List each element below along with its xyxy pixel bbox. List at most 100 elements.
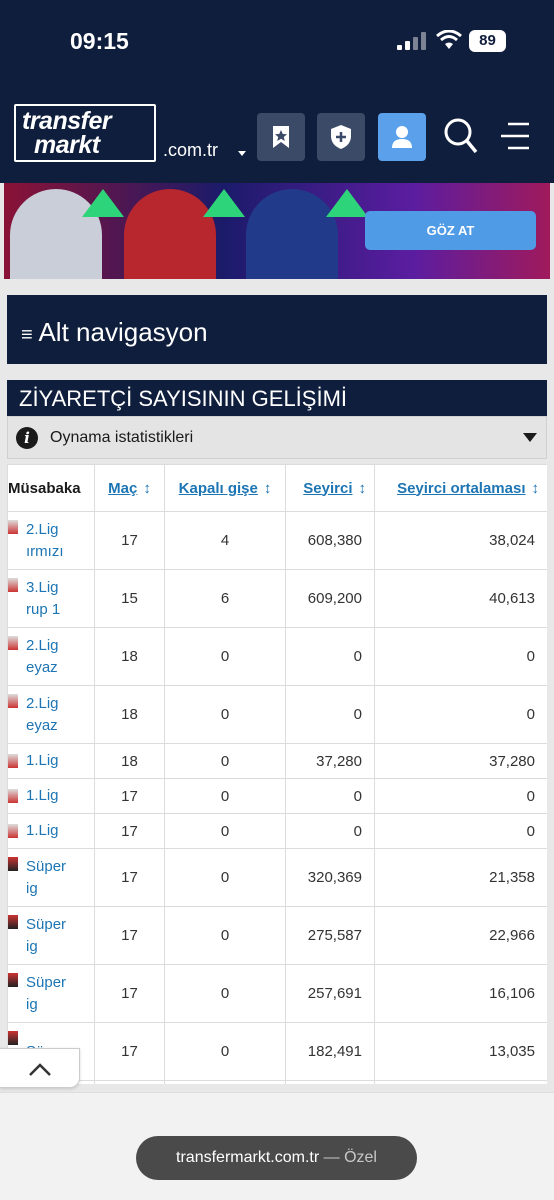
- competition-link[interactable]: Süper ig: [7, 964, 95, 1023]
- table-row: 2.Lig eyaz 18 0 0 0: [7, 627, 547, 686]
- site-header: 09:15 89 transfer markt .com.tr: [0, 0, 554, 183]
- competition-link[interactable]: 2.Lig ırmızı: [7, 511, 95, 570]
- sold-out-cell: 4: [164, 511, 286, 570]
- section-title: ZİYARETÇİ SAYISININ GELİŞİMİ: [7, 380, 547, 416]
- matches-cell: 18: [94, 627, 165, 686]
- arrow-up-icon: [203, 189, 245, 217]
- address-url: transfermarkt.com.tr: [176, 1149, 320, 1166]
- hamburger-menu-icon[interactable]: [500, 122, 530, 150]
- table-row: Süper 17 0 182,491 13,035: [7, 1022, 547, 1081]
- cellular-signal-icon: [397, 32, 427, 50]
- competition-link[interactable]: Süper ig: [7, 848, 95, 907]
- average-cell: 0: [374, 813, 547, 849]
- competition-link[interactable]: Süper ig: [7, 906, 95, 965]
- sold-out-cell: 0: [164, 964, 286, 1023]
- logo-line-2: markt: [34, 131, 100, 159]
- domain-selector[interactable]: .com.tr: [163, 140, 218, 161]
- league-badge-icon: [8, 694, 18, 708]
- competition-link[interactable]: 2.Lig eyaz: [7, 627, 95, 686]
- battery-indicator: 89: [469, 30, 506, 52]
- scroll-to-top-button[interactable]: [0, 1048, 80, 1088]
- league-badge-icon: [8, 824, 18, 838]
- sort-icon: ↕: [263, 479, 272, 497]
- profile-button[interactable]: [378, 113, 426, 161]
- stats-dropdown[interactable]: i Oynama istatistikleri: [7, 416, 547, 459]
- attendance-cell: 0: [285, 685, 375, 744]
- sort-average-header[interactable]: Seyirci ortalaması ↕: [374, 464, 547, 512]
- competition-link[interactable]: 2.Lig eyaz: [7, 685, 95, 744]
- attendance-cell: 0: [285, 627, 375, 686]
- table-row: 1.Lig 17 0 0 0: [7, 778, 547, 814]
- average-cell: 21,358: [374, 848, 547, 907]
- league-badge-icon: [8, 578, 18, 592]
- league-badge-icon: [8, 789, 18, 803]
- arrow-up-icon: [82, 189, 124, 217]
- player-image: [246, 189, 338, 279]
- sort-matches-header[interactable]: Maç ↕: [94, 464, 165, 512]
- matches-cell: 17: [94, 964, 165, 1023]
- attendance-cell: 275,587: [285, 906, 375, 965]
- sold-out-cell: 6: [164, 569, 286, 628]
- league-badge-icon: [8, 915, 18, 929]
- matches-cell: 15: [94, 569, 165, 628]
- league-badge-icon: [8, 857, 18, 871]
- competition-link[interactable]: 1.Lig: [7, 778, 95, 814]
- caret-down-icon: [523, 433, 537, 442]
- sort-attendance-header[interactable]: Seyirci ↕: [285, 464, 375, 512]
- attendance-cell: 609,200: [285, 569, 375, 628]
- matches-cell: 17: [94, 1022, 165, 1081]
- user-icon: [392, 126, 412, 148]
- table-row: Süper ig 17 0 275,587 22,966: [7, 906, 547, 965]
- competition-link[interactable]: 1.Lig: [7, 813, 95, 849]
- average-cell: 16,106: [374, 964, 547, 1023]
- sold-out-cell: 0: [164, 743, 286, 779]
- bookmark-star-icon: [273, 126, 289, 148]
- matches-cell: 17: [94, 778, 165, 814]
- attendance-table: Müsabaka Maç ↕ Kapalı gişe ↕ Seyirci ↕ Seyi…: [7, 464, 547, 1084]
- status-time: 09:15: [70, 28, 129, 54]
- league-badge-icon: [8, 520, 18, 534]
- goz-at-button[interactable]: GÖZ AT: [365, 211, 536, 250]
- attendance-cell: 257,691: [285, 964, 375, 1023]
- sold-out-cell: 0: [164, 813, 286, 849]
- address-bar[interactable]: transfermarkt.com.tr — Özel: [136, 1136, 417, 1180]
- average-cell: 37,280: [374, 743, 547, 779]
- table-row: Süper ig 17 0 320,369 21,358: [7, 848, 547, 907]
- league-badge-icon: [8, 1031, 18, 1045]
- attendance-cell: 608,380: [285, 511, 375, 570]
- competition-link[interactable]: 3.Lig rup 1: [7, 569, 95, 628]
- arrow-up-icon: [326, 189, 368, 217]
- sold-out-cell: 0: [164, 848, 286, 907]
- average-cell: 0: [374, 685, 547, 744]
- sold-out-cell: 0: [164, 627, 286, 686]
- shield-plus-icon: [331, 125, 351, 149]
- attendance-cell: 0: [285, 778, 375, 814]
- table-row: 2.Lig ırmızı 17 4 608,380 38,024: [7, 511, 547, 570]
- sold-out-cell: 0: [164, 1022, 286, 1081]
- attendance-cell: 182,491: [285, 1022, 375, 1081]
- table-row: 2.Lig eyaz 18 0 0 0: [7, 685, 547, 744]
- info-icon: i: [16, 427, 38, 449]
- sold-out-cell: 0: [164, 685, 286, 744]
- search-icon[interactable]: [443, 117, 479, 155]
- private-mode-label: — Özel: [323, 1149, 377, 1166]
- competition-link[interactable]: 1.Lig: [7, 743, 95, 779]
- attendance-cell: 0: [285, 813, 375, 849]
- alt-navigation-label: Alt navigasyon: [38, 317, 208, 347]
- logo-line-1: transfer: [22, 107, 112, 135]
- average-cell: 0: [374, 627, 547, 686]
- transfermarkt-logo[interactable]: transfer markt: [14, 104, 156, 162]
- attendance-cell: 320,369: [285, 848, 375, 907]
- average-cell: 38,024: [374, 511, 547, 570]
- promo-banner[interactable]: GÖZ AT: [4, 183, 550, 279]
- league-badge-icon: [8, 754, 18, 768]
- column-header-competition: Müsabaka: [7, 464, 95, 512]
- average-cell: 0: [374, 778, 547, 814]
- table-row: 3.Lig rup 1 15 6 609,200 40,613: [7, 569, 547, 628]
- matches-cell: 17: [94, 813, 165, 849]
- bookmark-button[interactable]: [257, 113, 305, 161]
- alt-navigation-toggle[interactable]: ≡ Alt navigasyon: [7, 295, 547, 364]
- league-badge-icon: [8, 973, 18, 987]
- shield-button[interactable]: [317, 113, 365, 161]
- sort-sold-out-header[interactable]: Kapalı gişe ↕: [164, 464, 286, 512]
